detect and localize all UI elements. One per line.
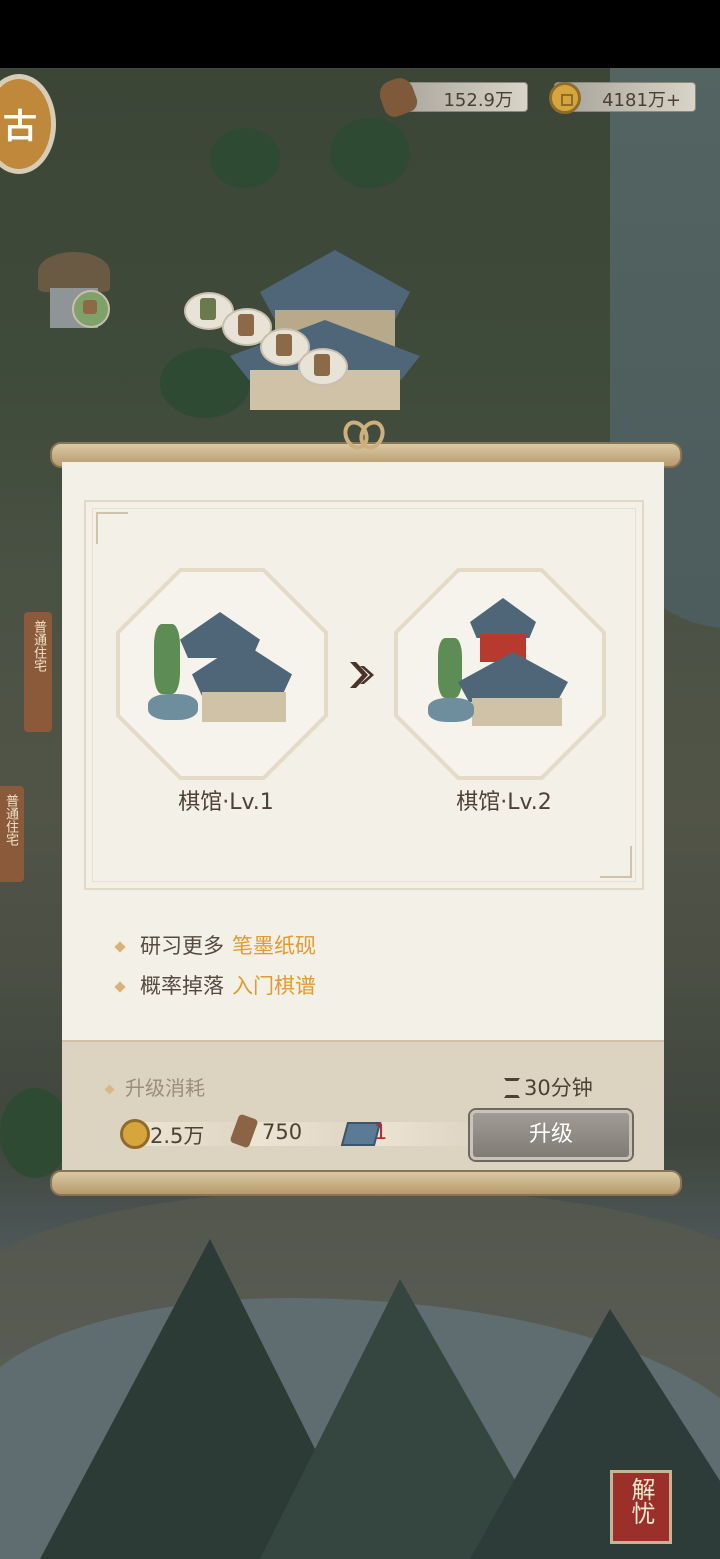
coin-icon: [120, 1119, 150, 1149]
tree: [210, 128, 280, 188]
feature-line: 概率掉落 入门棋谱: [114, 970, 316, 1000]
level-up-arrow-icon: [350, 662, 374, 688]
feature-prefix: 研习更多: [140, 934, 224, 958]
feature-line: 研习更多 笔墨纸砚: [114, 930, 316, 960]
hourglass-icon: [504, 1078, 520, 1098]
tree: [330, 118, 410, 188]
coin-icon: [549, 82, 581, 114]
upgrade-button[interactable]: 升级: [470, 1110, 632, 1160]
chess-hall-lv1-image: [148, 608, 298, 738]
wood-amount: 152.9万: [443, 90, 513, 111]
feature-highlight: 入门棋谱: [232, 974, 316, 998]
coin-resource[interactable]: 4181万+: [549, 82, 696, 114]
upgrade-time: 30分钟: [504, 1072, 593, 1102]
cost-title-text: 升级消耗: [125, 1076, 205, 1100]
house-tag[interactable]: 普通住宅: [24, 612, 52, 732]
current-level-label: 棋馆·Lv.1: [178, 790, 274, 815]
cost-title: 升级消耗: [104, 1072, 205, 1101]
coin-cost-value: 2.5万: [150, 1124, 205, 1148]
status-bar: [0, 0, 720, 68]
relief-button-label: 解忧: [627, 1477, 655, 1525]
wood-ready-icon[interactable]: [72, 290, 110, 328]
bullet-icon: [114, 981, 126, 993]
upgrade-time-text: 30分钟: [524, 1076, 593, 1100]
house-tag-label: 普通住宅: [31, 620, 46, 672]
relief-button[interactable]: 解忧: [610, 1470, 672, 1544]
scroll-bottom-rod: [50, 1170, 682, 1196]
tree: [0, 1088, 70, 1178]
wood-cost-value: 750: [262, 1120, 303, 1144]
chess-hall-lv2-image: [428, 598, 578, 738]
coin-cost: 2.5万: [120, 1119, 260, 1149]
feature-prefix: 概率掉落: [140, 974, 224, 998]
house-tag[interactable]: 普通住宅: [0, 786, 24, 882]
wood-bubble[interactable]: [298, 348, 348, 386]
bullet-icon: [104, 1084, 115, 1095]
wood-cost: 750: [229, 1113, 374, 1149]
scroll-knot-icon: [338, 416, 390, 458]
bullet-icon: [114, 941, 126, 953]
book-cost: 1: [340, 1120, 484, 1148]
coin-amount: 4181万+: [602, 90, 681, 111]
next-level-label: 棋馆·Lv.2: [456, 790, 552, 815]
book-cost-value: 1: [374, 1120, 388, 1144]
feature-highlight: 笔墨纸砚: [232, 934, 316, 958]
house-tag-label: 普通住宅: [3, 794, 18, 846]
wood-resource[interactable]: 152.9万: [375, 74, 528, 120]
mountain: [470, 1309, 720, 1559]
